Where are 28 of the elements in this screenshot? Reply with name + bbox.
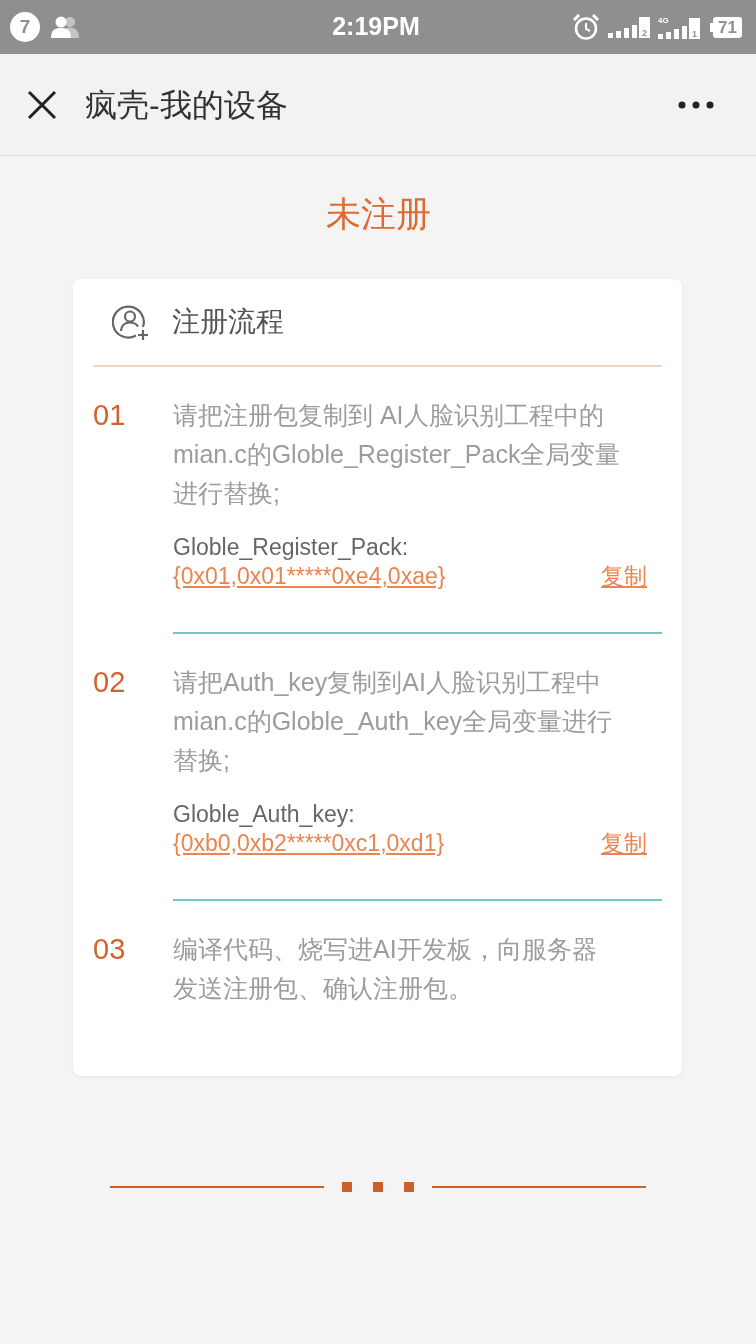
notification-badge: 7 (10, 12, 40, 42)
status-time: 2:19PM (332, 11, 420, 43)
close-icon[interactable] (27, 89, 57, 120)
copy-link[interactable]: 复制 (601, 562, 647, 591)
contacts-icon (50, 16, 82, 38)
network-type-label: 4G (658, 15, 669, 25)
card-title: 注册流程 (172, 305, 284, 339)
signal-bars-icon (658, 24, 689, 39)
step-number: 03 (93, 932, 127, 967)
step-number: 02 (93, 665, 127, 700)
field-label: Globle_Register_Pack: (173, 533, 409, 562)
signal-bars-icon (608, 23, 639, 38)
step-instruction: 请把Auth_key复制到AI人脸识别工程中mian.c的Globle_Auth_key全局变量进行替换; (173, 667, 614, 776)
battery-indicator: 71 (710, 16, 742, 38)
value-link[interactable]: {0x01,0x01*****0xe4,0xae} (173, 562, 446, 591)
sim-slot-label: 2 (639, 16, 651, 38)
step-instruction: 编译代码、烧写进AI开发板，向服务器发送注册包、确认注册包。 (173, 934, 598, 1004)
add-user-icon (112, 303, 150, 341)
more-icon[interactable] (678, 100, 714, 109)
step-instruction: 请把注册包复制到 AI人脸识别工程中的mian.c的Globle_Register_Pack全局变量进行替换; (173, 400, 621, 509)
field-label: Globle_Auth_key: (173, 800, 355, 829)
value-link[interactable]: {0xb0,0xb2*****0xc1,0xd1} (173, 829, 445, 858)
step-number: 01 (93, 398, 127, 433)
alarm-clock-icon (572, 13, 601, 41)
sim-slot-label: 1 (689, 17, 701, 39)
page-title: 疯壳-我的设备 (85, 85, 288, 125)
copy-link[interactable]: 复制 (601, 829, 647, 858)
registration-status: 未注册 (325, 193, 431, 235)
